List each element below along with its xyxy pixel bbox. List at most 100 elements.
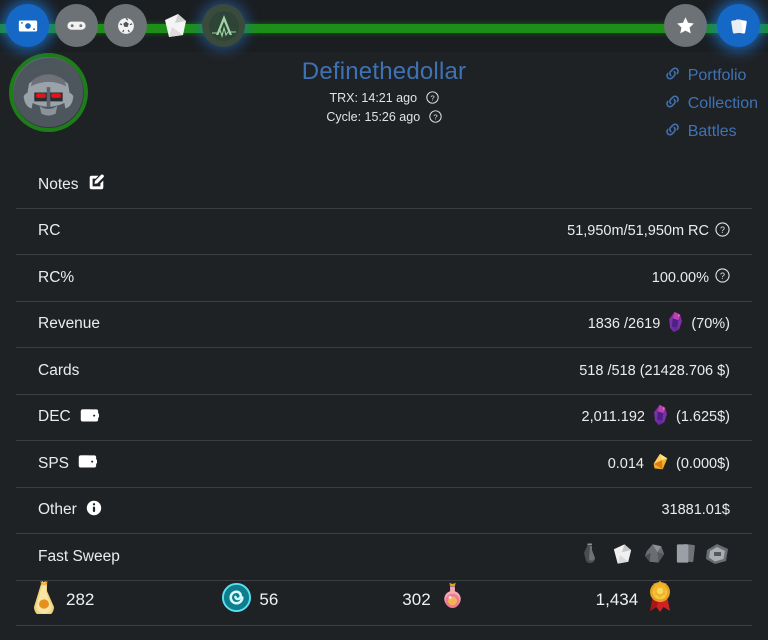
account-header: Definethedollar TRX: 14:21 ago ? Cycle: … — [0, 52, 768, 162]
nav-item-money[interactable] — [6, 4, 49, 47]
row-rc[interactable]: RC 51,950m/51,950m RC ? — [16, 209, 752, 255]
account-overview-page: Definethedollar TRX: 14:21 ago ? Cycle: … — [0, 0, 768, 640]
row-revenue[interactable]: Revenue 1836 /2619 (70%) — [16, 302, 752, 348]
nav-icons-right — [664, 4, 760, 47]
link-battles-label: Battles — [687, 123, 737, 140]
row-sps-label: SPS — [38, 454, 70, 472]
gold-potion-icon — [30, 580, 58, 619]
chest-grey-icon[interactable] — [704, 541, 730, 572]
row-revenue-label-group: Revenue — [38, 315, 100, 333]
wallet-icon[interactable] — [78, 453, 98, 474]
bottom-stat-pink-potion[interactable]: 302 — [402, 580, 465, 619]
row-other-label: Other — [38, 501, 77, 519]
gold-medal-icon — [646, 579, 674, 620]
trx-text: TRX: 14:21 ago — [329, 91, 418, 105]
row-other[interactable]: Other 31881.01$ — [16, 488, 752, 534]
bottom-stat-gold-potion[interactable]: 282 — [30, 580, 94, 619]
row-notes-label-group: Notes — [38, 174, 105, 196]
row-rc-percent-label-group: RC% — [38, 269, 74, 287]
rc-percent-help-icon[interactable]: ? — [715, 268, 730, 287]
row-cards-label: Cards — [38, 361, 80, 379]
trx-help-icon[interactable]: ? — [425, 91, 439, 109]
row-dec-value-group: 2,011.192 (1.625$) — [582, 404, 730, 430]
account-sub-stats: TRX: 14:21 ago ? Cycle: 15:26 ago ? — [0, 90, 768, 128]
link-collection[interactable]: Collection — [664, 94, 758, 114]
top-navigation-bar — [0, 0, 768, 52]
page-title: Definethedollar — [301, 58, 467, 85]
link-portfolio-label: Portfolio — [687, 67, 747, 84]
bottom-stat-pink-potion-value: 302 — [402, 589, 431, 609]
svg-text:?: ? — [430, 93, 434, 102]
cycle-text: Cycle: 15:26 ago — [326, 110, 421, 124]
chain-link-icon — [664, 66, 681, 86]
row-dec-suffix: (1.625$) — [675, 409, 730, 426]
bottom-stat-gold-potion-value: 282 — [66, 589, 95, 609]
trx-row: TRX: 14:21 ago ? — [0, 90, 768, 109]
row-rc-percent-value-group: 100.00% ? — [652, 268, 730, 287]
row-cards-label-group: Cards — [38, 362, 79, 380]
row-cards[interactable]: Cards 518 /518 (21428.706 $) — [16, 348, 752, 395]
bottom-stat-cyan-vortex-value: 56 — [259, 589, 279, 609]
row-fast-sweep-label-group: Fast Sweep — [38, 548, 120, 566]
row-sps[interactable]: SPS 0.014 (0.000$) — [16, 441, 752, 488]
nav-item-arcane[interactable] — [202, 4, 245, 47]
bottom-stats-bar: 282 56 302 1,434 — [16, 574, 752, 626]
row-rc-value-group: 51,950m/51,950m RC ? — [567, 222, 730, 241]
bottom-stat-cyan-vortex[interactable]: 56 — [222, 582, 279, 617]
svg-text:?: ? — [720, 225, 725, 235]
link-battles[interactable]: Battles — [664, 122, 758, 142]
info-icon[interactable] — [86, 500, 102, 521]
bottom-stat-gold-medal-value: 1,434 — [595, 589, 639, 609]
nav-item-soccer-ball[interactable] — [104, 4, 147, 47]
row-revenue-value-group: 1836 /2619 (70%) — [588, 311, 730, 337]
pink-potion-icon — [439, 580, 466, 619]
card-grey-icon[interactable] — [674, 541, 697, 572]
row-rc-value: 51,950m/51,950m RC — [567, 223, 709, 240]
row-other-value: 31881.01$ — [661, 502, 730, 519]
row-revenue-suffix: (70%) — [691, 316, 730, 333]
row-notes-label: Notes — [38, 175, 79, 193]
cycle-row: Cycle: 15:26 ago ? — [0, 109, 768, 128]
wallet-icon[interactable] — [80, 407, 99, 428]
row-sps-value: 0.014 — [607, 455, 644, 472]
nav-icons-left — [6, 4, 245, 47]
link-portfolio[interactable]: Portfolio — [664, 66, 758, 86]
nav-item-cards[interactable] — [717, 4, 760, 47]
cyan-vortex-icon — [222, 582, 252, 617]
edit-pencil-icon[interactable] — [88, 174, 105, 196]
cycle-help-icon[interactable]: ? — [428, 110, 442, 128]
dec-token-icon — [666, 311, 685, 337]
nav-item-gamepad[interactable] — [55, 4, 98, 47]
header-links: Portfolio Collection Battles — [664, 66, 758, 142]
ore-grey-icon[interactable] — [642, 541, 667, 572]
row-sps-value-group: 0.014 (0.000$) — [608, 452, 730, 476]
sps-token-icon — [650, 452, 670, 476]
nav-item-scroll[interactable] — [153, 4, 196, 47]
dec-token-icon — [651, 404, 670, 430]
scroll-grey-icon[interactable] — [610, 541, 635, 572]
rc-help-icon[interactable]: ? — [715, 222, 730, 241]
row-rc-percent-label: RC% — [38, 268, 75, 286]
row-rc-label: RC — [38, 222, 61, 240]
row-dec[interactable]: DEC 2,011.192 (1.625$) — [16, 395, 752, 441]
svg-text:?: ? — [720, 271, 725, 281]
bottom-stat-gold-medal[interactable]: 1,434 — [596, 579, 675, 620]
row-other-label-group: Other — [38, 500, 102, 521]
row-cards-value: 518 /518 (21428.706 $) — [579, 362, 730, 379]
chain-link-icon — [664, 122, 681, 142]
row-notes[interactable]: Notes — [16, 162, 752, 209]
row-sps-suffix: (0.000$) — [675, 455, 730, 472]
potion-grey-icon[interactable] — [579, 541, 603, 572]
fast-sweep-icon-group — [579, 541, 730, 572]
row-rc-label-group: RC — [38, 222, 60, 240]
row-revenue-value: 1836 /2619 — [587, 316, 661, 333]
nav-item-star[interactable] — [664, 4, 707, 47]
row-dec-label-group: DEC — [38, 407, 99, 428]
svg-text:?: ? — [433, 112, 437, 121]
row-rc-percent-value: 100.00% — [651, 269, 709, 286]
row-rc-percent[interactable]: RC% 100.00% ? — [16, 255, 752, 302]
link-collection-label: Collection — [687, 95, 758, 112]
row-revenue-label: Revenue — [38, 315, 101, 333]
row-dec-value: 2,011.192 — [581, 409, 645, 426]
row-sps-label-group: SPS — [38, 453, 98, 474]
